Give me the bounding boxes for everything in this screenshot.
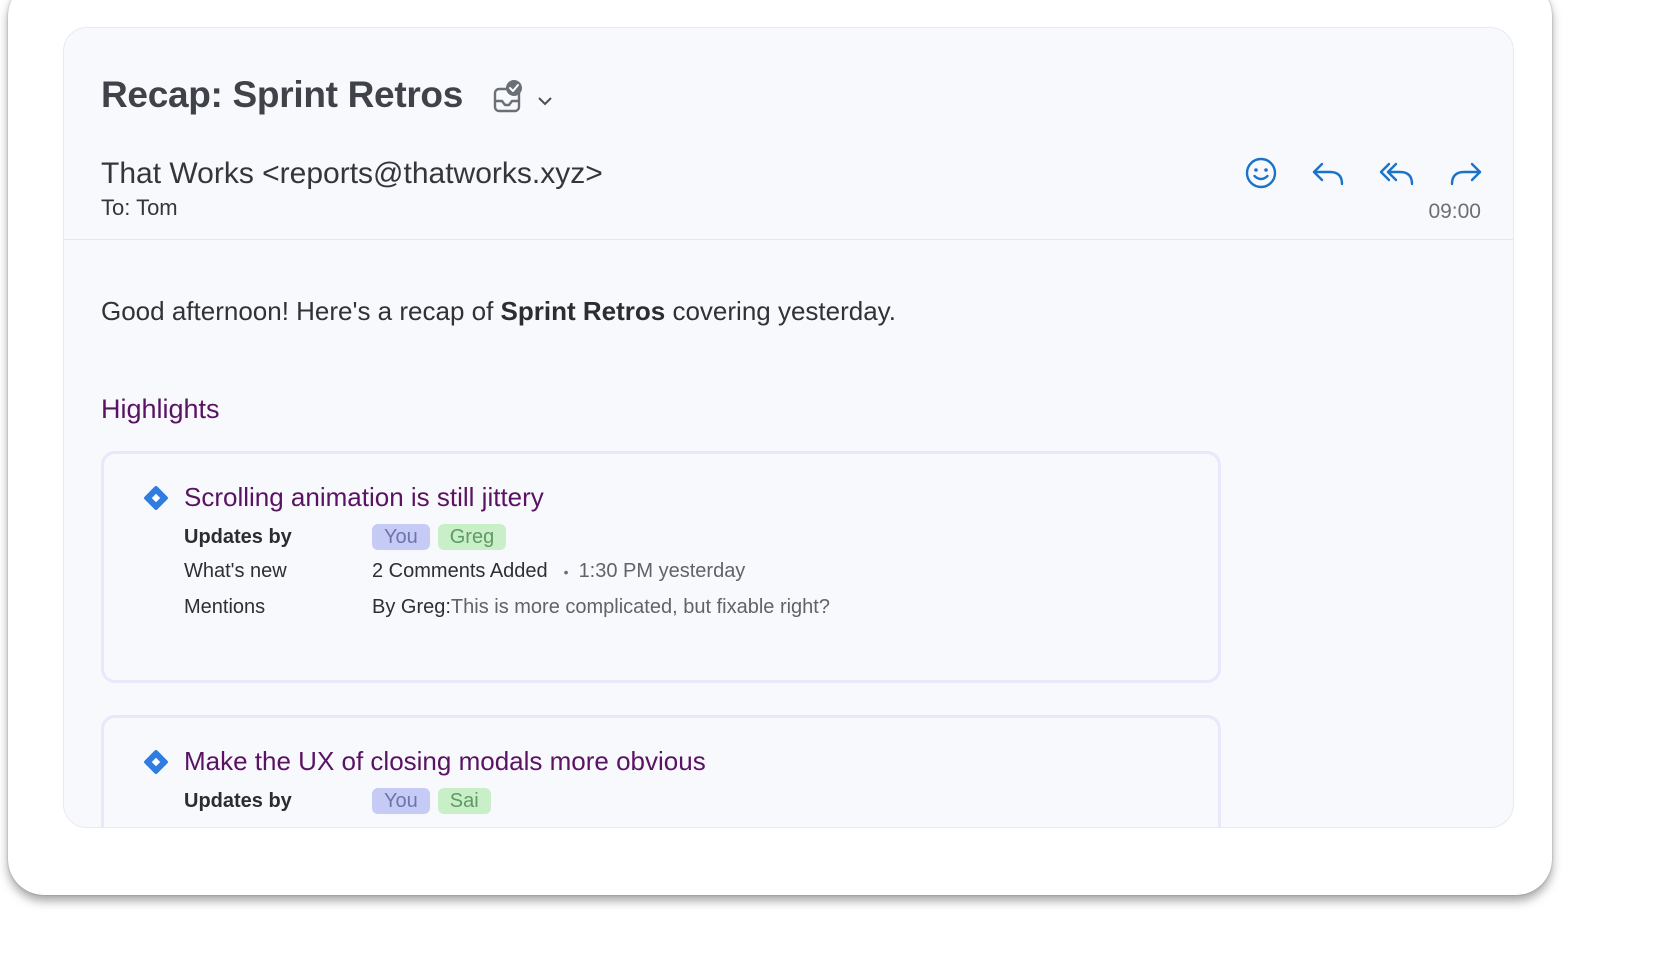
greeting-prefix: Good afternoon! Here's a recap of — [101, 296, 501, 326]
user-chip[interactable]: You — [372, 524, 430, 550]
label-check-icon[interactable] — [493, 79, 525, 115]
greeting: Good afternoon! Here's a recap of Sprint… — [101, 296, 896, 327]
whats-new-time: 1:30 PM yesterday — [578, 560, 746, 582]
mentions-author: By Greg: — [372, 596, 451, 618]
header-divider — [64, 239, 1513, 240]
mentions-text: This is more complicated, but fixable ri… — [450, 596, 830, 618]
smiley-icon — [1245, 157, 1277, 189]
subject-row: Recap: Sprint Retros — [101, 74, 553, 116]
reply-all-icon — [1379, 162, 1414, 186]
separator-dot: • — [563, 563, 569, 580]
item-title-link[interactable]: Scrolling animation is still jittery — [184, 482, 544, 513]
reply-all-button[interactable] — [1378, 154, 1416, 192]
item-header: Scrolling animation is still jittery — [142, 482, 544, 513]
updates-label: Updates by — [184, 789, 292, 812]
updates-row: Updates by You Sai — [184, 788, 499, 814]
item-title-link[interactable]: Make the UX of closing modals more obvio… — [184, 746, 706, 777]
jira-diamond-icon — [144, 749, 168, 774]
updates-row: Updates by You Greg — [184, 524, 514, 550]
forward-button[interactable] — [1446, 154, 1484, 192]
user-chip[interactable]: Sai — [437, 788, 491, 814]
react-button[interactable] — [1242, 154, 1280, 192]
mentions-label: Mentions — [184, 596, 266, 618]
update-card: Scrolling animation is still jittery Upd… — [101, 451, 1221, 683]
reply-icon — [1312, 162, 1344, 186]
window-card: Recap: Sprint Retros That Works <reports… — [8, 0, 1552, 895]
chevron-down-icon[interactable] — [537, 95, 553, 107]
mentions-row: Mentions By Greg: This is more complicat… — [184, 596, 830, 619]
forward-icon — [1450, 162, 1482, 186]
user-chip[interactable]: Greg — [437, 524, 507, 550]
email-view: Recap: Sprint Retros That Works <reports… — [63, 27, 1514, 828]
section-title: Highlights — [101, 394, 220, 424]
sender: That Works <reports@thatworks.xyz> — [101, 157, 603, 190]
greeting-suffix: covering yesterday. — [665, 296, 896, 326]
reply-button[interactable] — [1310, 154, 1348, 192]
item-header: Make the UX of closing modals more obvio… — [142, 746, 706, 777]
whats-new-label: What's new — [184, 560, 287, 582]
updates-label: Updates by — [184, 525, 292, 548]
update-card: Make the UX of closing modals more obvio… — [101, 715, 1221, 827]
user-chip[interactable]: You — [372, 788, 430, 814]
action-bar — [1242, 154, 1484, 192]
email-time: 09:00 — [1428, 200, 1481, 223]
whats-new-row: What's new 2 Comments Added • 1:30 PM ye… — [184, 560, 745, 583]
whats-new-value: 2 Comments Added — [372, 560, 548, 582]
recipient: To: Tom — [101, 195, 178, 220]
jira-diamond-icon — [144, 485, 168, 510]
email-subject: Recap: Sprint Retros — [101, 74, 464, 115]
greeting-bold: Sprint Retros — [500, 296, 666, 326]
